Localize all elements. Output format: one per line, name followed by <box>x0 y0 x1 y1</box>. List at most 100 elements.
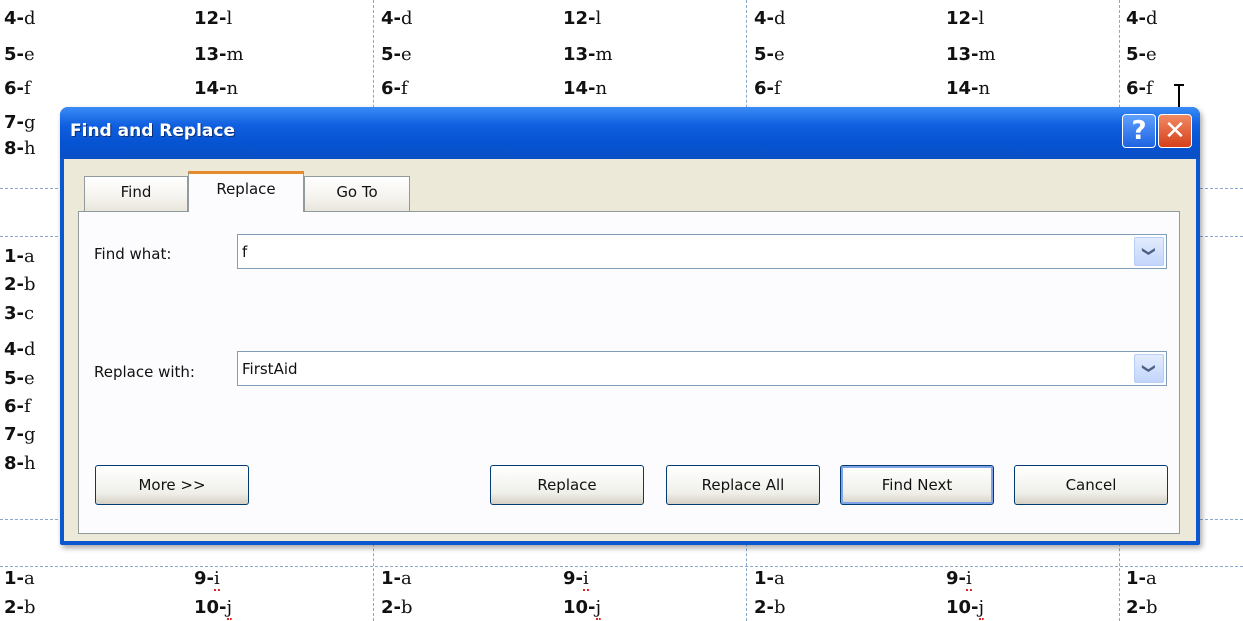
item-number: 14- <box>946 78 979 99</box>
item-letter: g <box>24 112 36 133</box>
item-number: 5- <box>381 44 401 65</box>
item-number: 9- <box>563 568 583 589</box>
list-item: 1-a <box>4 568 35 590</box>
item-letter: j <box>595 597 602 620</box>
item-number: 10- <box>563 597 596 618</box>
find-what-dropdown-button[interactable]: ❯ <box>1134 237 1164 266</box>
item-letter: i <box>583 568 589 591</box>
item-number: 1- <box>1126 568 1146 589</box>
item-letter: i <box>214 568 220 591</box>
item-number: 4- <box>754 8 774 29</box>
dialog-title: Find and Replace <box>70 121 235 141</box>
close-icon: ✕ <box>1164 116 1186 146</box>
list-item: 10-j <box>194 597 233 620</box>
list-item: 1-a <box>754 568 785 590</box>
item-letter: n <box>595 78 608 99</box>
item-number: 14- <box>563 78 596 99</box>
replace-with-input[interactable] <box>238 352 1130 385</box>
replace-button[interactable]: Replace <box>490 465 644 505</box>
list-item: 4-d <box>754 8 786 30</box>
item-number: 14- <box>194 78 227 99</box>
list-item: 8-h <box>4 138 36 160</box>
item-letter: a <box>401 568 412 589</box>
list-item: 13-m <box>194 44 244 66</box>
item-letter: l <box>978 8 985 29</box>
item-number: 9- <box>194 568 214 589</box>
item-letter: c <box>24 303 35 324</box>
find-what-combobox[interactable]: ❯ <box>237 234 1167 269</box>
item-letter: i <box>966 568 972 591</box>
dialog-titlebar[interactable]: Find and Replace ? ✕ <box>60 107 1200 159</box>
item-number: 12- <box>194 8 227 29</box>
item-letter: n <box>226 78 239 99</box>
item-letter: f <box>24 396 31 417</box>
item-number: 4- <box>4 339 24 360</box>
item-letter: a <box>1146 568 1157 589</box>
list-item: 14-n <box>563 78 607 100</box>
find-what-input[interactable] <box>238 235 1130 268</box>
item-letter: d <box>774 8 786 29</box>
item-number: 2- <box>1126 597 1146 618</box>
help-button[interactable]: ? <box>1122 114 1156 148</box>
list-item: 6-f <box>1126 78 1153 100</box>
item-number: 6- <box>754 78 774 99</box>
item-number: 9- <box>946 568 966 589</box>
list-item: 9-i <box>946 568 972 591</box>
tab-find[interactable]: Find <box>84 176 188 211</box>
tab-goto-label: Go To <box>336 183 378 201</box>
item-letter: e <box>401 44 412 65</box>
item-number: 1- <box>4 568 24 589</box>
more-button[interactable]: More >> <box>95 465 249 505</box>
list-item: 2-b <box>381 597 413 619</box>
item-letter: a <box>774 568 785 589</box>
list-item: 7-g <box>4 112 36 134</box>
item-number: 3- <box>4 303 24 324</box>
cancel-button[interactable]: Cancel <box>1014 465 1168 505</box>
dialog-body: Find Replace Go To Find what: ❯ Replace … <box>64 159 1196 541</box>
item-number: 4- <box>1126 8 1146 29</box>
replace-tab-panel: Find what: ❯ Replace with: ❯ More >> Rep… <box>78 211 1180 534</box>
item-letter: l <box>595 8 602 29</box>
find-next-button[interactable]: Find Next <box>840 465 994 505</box>
list-item: 13-m <box>946 44 996 66</box>
item-letter: j <box>978 597 985 620</box>
replace-with-combobox[interactable]: ❯ <box>237 351 1167 386</box>
list-item: 6-f <box>754 78 781 100</box>
tab-goto[interactable]: Go To <box>304 176 410 211</box>
list-item: 2-b <box>1126 597 1158 619</box>
item-letter: l <box>226 8 233 29</box>
item-letter: m <box>226 44 244 65</box>
item-letter: d <box>401 8 413 29</box>
replace-with-dropdown-button[interactable]: ❯ <box>1134 354 1164 383</box>
item-letter: m <box>595 44 613 65</box>
item-number: 8- <box>4 138 24 159</box>
tab-replace[interactable]: Replace <box>188 171 304 212</box>
list-item: 8-h <box>4 453 36 475</box>
item-number: 2- <box>4 597 24 618</box>
close-button[interactable]: ✕ <box>1158 114 1192 148</box>
list-item: 13-m <box>563 44 613 66</box>
item-letter: f <box>401 78 408 99</box>
item-number: 10- <box>946 597 979 618</box>
tab-replace-label: Replace <box>216 180 276 198</box>
item-number: 6- <box>4 396 24 417</box>
item-letter: b <box>1146 597 1158 618</box>
find-what-label: Find what: <box>94 245 172 263</box>
item-letter: e <box>24 368 35 389</box>
list-item: 5-e <box>4 368 35 390</box>
item-number: 13- <box>194 44 227 65</box>
item-number: 6- <box>4 78 24 99</box>
replace-all-button[interactable]: Replace All <box>666 465 820 505</box>
item-letter: d <box>24 8 36 29</box>
list-item: 5-e <box>754 44 785 66</box>
item-number: 7- <box>4 424 24 445</box>
list-item: 4-d <box>381 8 413 30</box>
item-letter: e <box>24 44 35 65</box>
list-item: 1-a <box>381 568 412 590</box>
list-item: 10-j <box>563 597 602 620</box>
list-item: 14-n <box>946 78 990 100</box>
item-number: 10- <box>194 597 227 618</box>
item-number: 2- <box>381 597 401 618</box>
item-letter: j <box>226 597 233 620</box>
item-number: 1- <box>381 568 401 589</box>
